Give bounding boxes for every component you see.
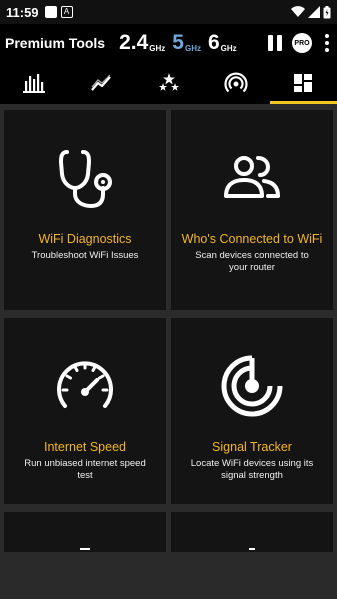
speedometer-icon [57,361,113,408]
overflow-menu-button[interactable] [322,34,332,52]
tool-card-partial[interactable] [4,512,166,552]
tab-time-graph[interactable] [67,62,134,104]
tab-bar [0,62,337,104]
signal-radar-icon [224,72,248,93]
tool-card-partial[interactable] [171,512,333,552]
a-notification-icon: A [60,6,73,18]
band-value: 2.4 [119,31,149,54]
stethoscope-icon [58,150,112,209]
card-title: Signal Tracker [212,440,292,454]
band-value: 5 [172,31,184,54]
band-unit: GHz [149,44,166,53]
battery-icon [323,5,331,18]
dashboard-icon [294,74,313,92]
partial-icon [249,548,255,550]
wifi-icon [291,6,305,18]
stars-icon [158,73,179,91]
people-icon [224,156,280,198]
bottom-area [0,552,337,599]
app-bar: Premium Tools 2.4 GHz 5 GHz 6 GHz PRO [0,24,337,62]
card-title: Internet Speed [43,440,126,454]
card-subtitle: Locate WiFi devices using its signal str… [190,458,314,481]
signal-icon [308,6,320,18]
pause-button[interactable] [268,35,282,51]
whos-connected-card[interactable]: Who's Connected to WiFi Scan devices con… [171,110,333,310]
card-subtitle: Run unbiased internet speed test [24,458,146,481]
status-bar: 11:59 A [0,0,337,24]
line-chart-icon [91,74,111,91]
frequency-band-group: 2.4 GHz 5 GHz 6 GHz [119,32,237,54]
band-2-4ghz[interactable]: 2.4 GHz [119,32,165,54]
band-unit: GHz [220,44,237,53]
wifi-diagnostics-card[interactable]: WiFi Diagnostics Troubleshoot WiFi Issue… [4,110,166,310]
notification-square-icon [44,6,57,18]
signal-tracker-card[interactable]: Signal Tracker Locate WiFi devices using… [171,318,333,504]
app-title: Premium Tools [5,35,106,51]
tab-channel-graph[interactable] [0,62,67,104]
internet-speed-card[interactable]: Internet Speed Run unbiased internet spe… [4,318,166,504]
tab-signal[interactable] [202,62,269,104]
partial-icon [80,548,90,550]
band-unit: GHz [184,44,201,53]
band-5ghz[interactable]: 5 GHz [172,32,201,54]
card-title: WiFi Diagnostics [38,232,132,246]
tab-tools[interactable] [269,62,337,104]
card-subtitle: Troubleshoot WiFi Issues [31,250,139,261]
bar-chart-icon [22,74,45,93]
band-6ghz[interactable]: 6 GHz [208,32,237,54]
pro-badge[interactable]: PRO [292,33,312,53]
status-time: 11:59 [6,4,39,20]
tools-grid: WiFi Diagnostics Troubleshoot WiFi Issue… [0,104,337,552]
card-title: Who's Connected to WiFi [181,232,323,246]
band-value: 6 [207,31,220,54]
card-subtitle: Scan devices connected to your router [195,250,309,273]
signal-tracker-icon [221,355,283,417]
tab-channel-rating[interactable] [135,62,202,104]
